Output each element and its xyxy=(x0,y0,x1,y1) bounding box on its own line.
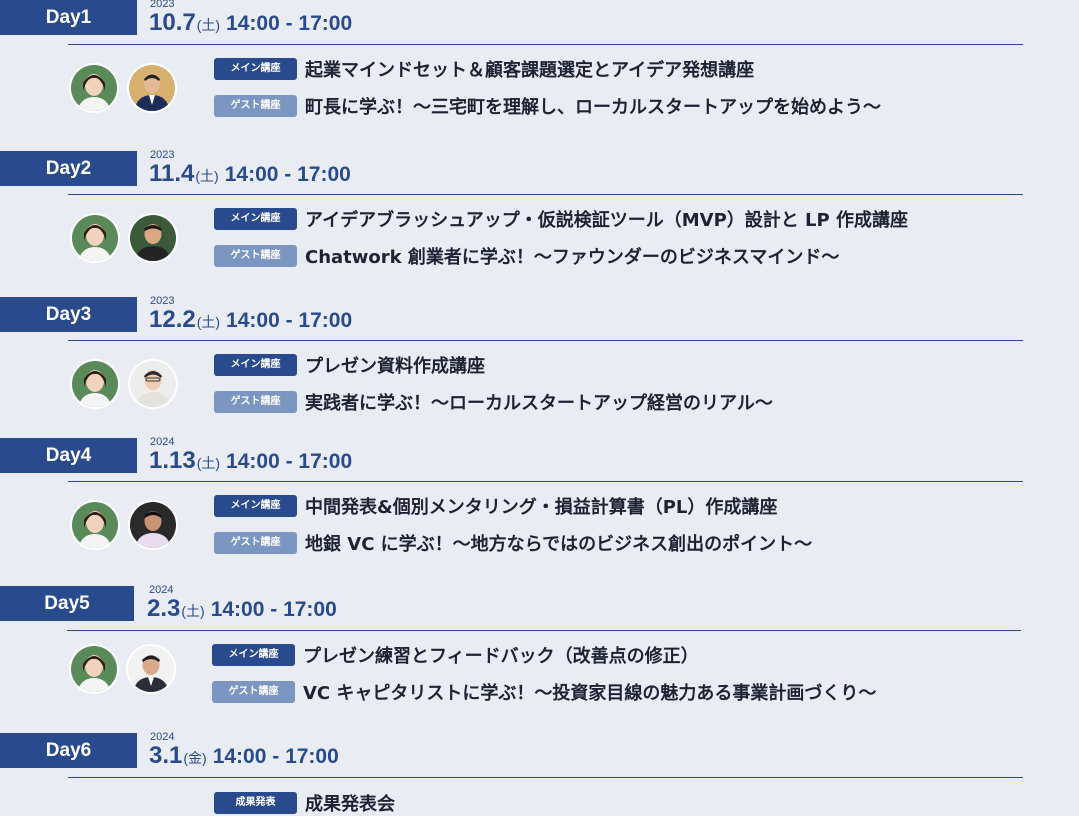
date-line: 12.2(土) 14:00 - 17:00 xyxy=(149,306,352,334)
avatar-main-lecturer xyxy=(69,644,119,694)
avatar-guest-lecturer xyxy=(128,359,178,409)
session-main: メイン講座 起業マインドセット＆顧客課題選定とアイデア発想講座 xyxy=(214,56,754,81)
day-label: Day3 xyxy=(0,297,137,332)
divider xyxy=(68,340,1023,341)
divider xyxy=(68,194,1023,195)
date-line: 3.1(金) 14:00 - 17:00 xyxy=(149,742,339,770)
session-guest: ゲスト講座 実践者に学ぶ！〜ローカルスタートアップ経営のリアル〜 xyxy=(214,389,773,414)
day-label: Day4 xyxy=(0,438,137,473)
time-range: 14:00 - 17:00 xyxy=(210,598,337,621)
session-title: Chatwork 創業者に学ぶ！〜ファウンダーのビジネスマインド〜 xyxy=(305,247,840,268)
day-label: Day2 xyxy=(0,151,137,186)
session-guest: ゲスト講座 地銀 VC に学ぶ！〜地方ならではのビジネス創出のポイント〜 xyxy=(214,530,812,555)
session-title: VC キャピタリストに学ぶ！〜投資家目線の魅力ある事業計画づくり〜 xyxy=(303,683,877,704)
day-of-week: (金) xyxy=(183,750,207,766)
session-title: 地銀 VC に学ぶ！〜地方ならではのビジネス創出のポイント〜 xyxy=(305,534,813,555)
badge-main: メイン講座 xyxy=(214,354,297,376)
time-range: 14:00 - 17:00 xyxy=(226,450,353,473)
day-of-week: (土) xyxy=(196,314,221,330)
badge-guest: ゲスト講座 xyxy=(214,391,297,413)
date: 3.1 xyxy=(149,742,183,769)
date-line: 1.13(土) 14:00 - 17:00 xyxy=(149,447,352,475)
avatar-main-lecturer xyxy=(70,359,120,409)
session-title: 中間発表&個別メンタリング・損益計算書（PL）作成講座 xyxy=(305,497,778,518)
badge-final: 成果発表 xyxy=(214,792,297,814)
date: 1.13 xyxy=(149,447,196,474)
session-title: 町長に学ぶ！〜三宅町を理解し、ローカルスタートアップを始めよう〜 xyxy=(305,97,881,118)
avatar-main-lecturer xyxy=(69,63,119,113)
session-guest: ゲスト講座 町長に学ぶ！〜三宅町を理解し、ローカルスタートアップを始めよう〜 xyxy=(214,93,881,118)
time-range: 14:00 - 17:00 xyxy=(226,12,353,35)
divider xyxy=(67,630,1021,631)
badge-guest: ゲスト講座 xyxy=(214,95,297,117)
date: 2.3 xyxy=(147,595,181,622)
avatar-main-lecturer xyxy=(70,500,120,550)
avatar-guest-lecturer xyxy=(128,500,178,550)
avatar-guest-lecturer xyxy=(126,644,176,694)
date: 12.2 xyxy=(149,306,196,333)
time-range: 14:00 - 17:00 xyxy=(212,745,339,768)
session-guest: ゲスト講座 VC キャピタリストに学ぶ！〜投資家目線の魅力ある事業計画づくり〜 xyxy=(212,679,876,704)
day-of-week: (土) xyxy=(181,603,205,619)
session-title: 成果発表会 xyxy=(305,794,395,815)
avatar-guest-lecturer xyxy=(127,63,177,113)
date-line: 11.4(土) 14:00 - 17:00 xyxy=(149,160,351,188)
divider xyxy=(68,44,1023,45)
session-main: メイン講座 アイデアブラッシュアップ・仮説検証ツール（MVP）設計と LP 作成講… xyxy=(214,206,908,231)
badge-main: メイン講座 xyxy=(212,644,295,666)
time-range: 14:00 - 17:00 xyxy=(226,309,353,332)
session-final: 成果発表 成果発表会 xyxy=(214,790,395,815)
day-label: Day1 xyxy=(0,0,137,35)
avatar-guest-lecturer xyxy=(128,213,178,263)
day-label: Day5 xyxy=(0,586,134,621)
day-of-week: (土) xyxy=(195,168,219,184)
session-main: メイン講座 中間発表&個別メンタリング・損益計算書（PL）作成講座 xyxy=(214,493,777,518)
divider xyxy=(68,777,1023,778)
avatar-main-lecturer xyxy=(70,213,120,263)
session-title: プレゼン練習とフィードバック（改善点の修正） xyxy=(303,646,699,667)
badge-guest: ゲスト講座 xyxy=(214,532,297,554)
session-title: 起業マインドセット＆顧客課題選定とアイデア発想講座 xyxy=(305,60,755,81)
date: 10.7 xyxy=(149,9,196,36)
day-of-week: (土) xyxy=(196,17,221,33)
badge-guest: ゲスト講座 xyxy=(214,245,297,267)
session-title: プレゼン資料作成講座 xyxy=(305,356,485,377)
date: 11.4 xyxy=(149,160,195,187)
session-main: メイン講座 プレゼン練習とフィードバック（改善点の修正） xyxy=(212,642,699,667)
time-range: 14:00 - 17:00 xyxy=(224,163,351,186)
divider xyxy=(68,481,1023,482)
badge-main: メイン講座 xyxy=(214,208,297,230)
date-line: 2.3(土) 14:00 - 17:00 xyxy=(147,595,337,623)
date-line: 10.7(土) 14:00 - 17:00 xyxy=(149,9,352,37)
session-title: アイデアブラッシュアップ・仮説検証ツール（MVP）設計と LP 作成講座 xyxy=(305,210,908,231)
day-label: Day6 xyxy=(0,733,137,768)
session-main: メイン講座 プレゼン資料作成講座 xyxy=(214,352,485,377)
session-title: 実践者に学ぶ！〜ローカルスタートアップ経営のリアル〜 xyxy=(305,393,773,414)
day-of-week: (土) xyxy=(196,455,221,471)
badge-guest: ゲスト講座 xyxy=(212,681,295,703)
session-guest: ゲスト講座 Chatwork 創業者に学ぶ！〜ファウンダーのビジネスマインド〜 xyxy=(214,243,839,268)
badge-main: メイン講座 xyxy=(214,58,297,80)
badge-main: メイン講座 xyxy=(214,495,297,517)
